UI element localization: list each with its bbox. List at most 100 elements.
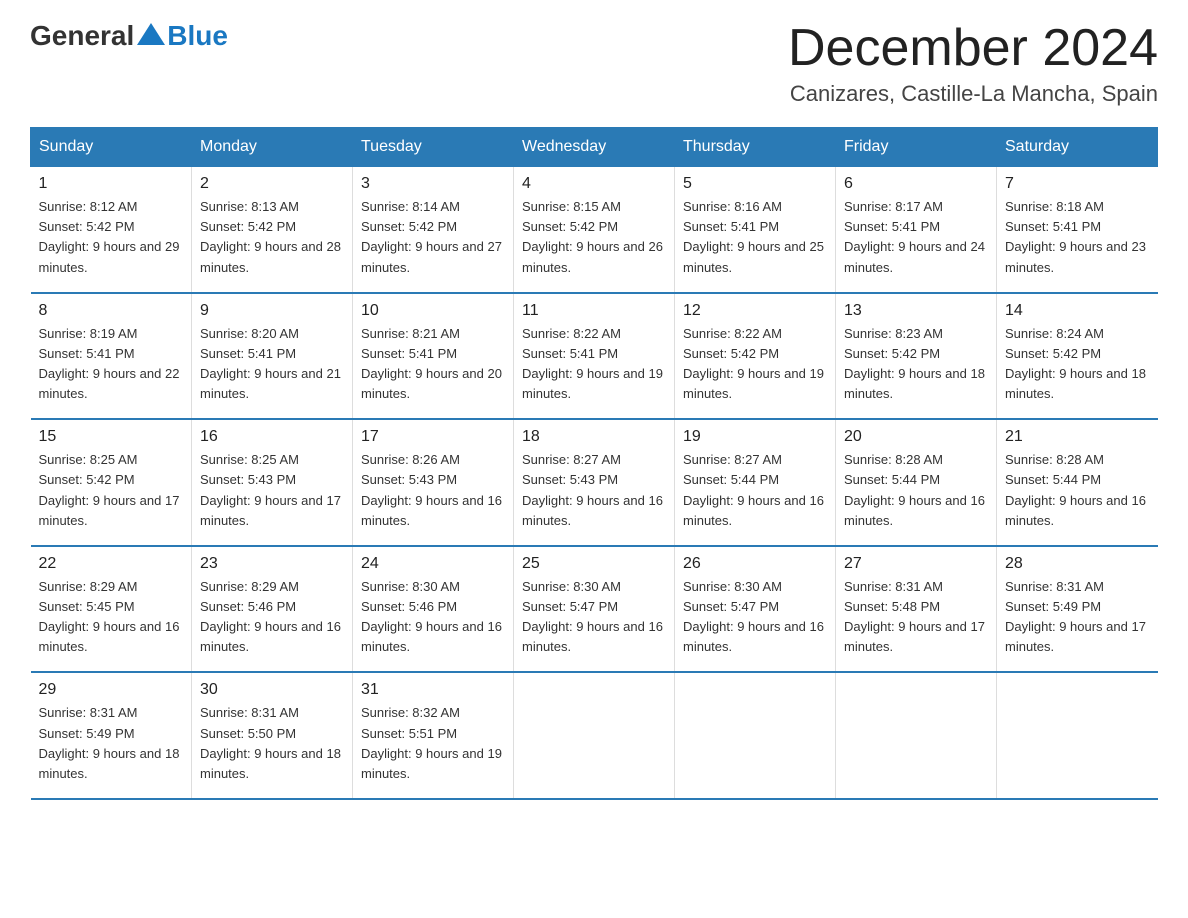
day-info: Sunrise: 8:16 AMSunset: 5:41 PMDaylight:… [683, 197, 827, 278]
day-info: Sunrise: 8:13 AMSunset: 5:42 PMDaylight:… [200, 197, 344, 278]
title-block: December 2024 Canizares, Castille-La Man… [788, 20, 1158, 107]
calendar-week-row: 29 Sunrise: 8:31 AMSunset: 5:49 PMDaylig… [31, 672, 1158, 799]
calendar-cell: 15 Sunrise: 8:25 AMSunset: 5:42 PMDaylig… [31, 419, 192, 546]
page-header: General Blue December 2024 Canizares, Ca… [30, 20, 1158, 107]
calendar-cell: 5 Sunrise: 8:16 AMSunset: 5:41 PMDayligh… [675, 167, 836, 293]
calendar-week-row: 15 Sunrise: 8:25 AMSunset: 5:42 PMDaylig… [31, 419, 1158, 546]
day-info: Sunrise: 8:18 AMSunset: 5:41 PMDaylight:… [1005, 197, 1150, 278]
day-info: Sunrise: 8:15 AMSunset: 5:42 PMDaylight:… [522, 197, 666, 278]
calendar-cell: 23 Sunrise: 8:29 AMSunset: 5:46 PMDaylig… [192, 546, 353, 673]
day-info: Sunrise: 8:32 AMSunset: 5:51 PMDaylight:… [361, 703, 505, 784]
calendar-cell: 19 Sunrise: 8:27 AMSunset: 5:44 PMDaylig… [675, 419, 836, 546]
day-number: 21 [1005, 428, 1150, 446]
day-header-sunday: Sunday [31, 128, 192, 167]
day-number: 18 [522, 428, 666, 446]
calendar-cell: 31 Sunrise: 8:32 AMSunset: 5:51 PMDaylig… [353, 672, 514, 799]
day-info: Sunrise: 8:28 AMSunset: 5:44 PMDaylight:… [844, 450, 988, 531]
day-number: 10 [361, 302, 505, 320]
day-number: 8 [39, 302, 184, 320]
calendar-cell: 16 Sunrise: 8:25 AMSunset: 5:43 PMDaylig… [192, 419, 353, 546]
day-number: 17 [361, 428, 505, 446]
day-number: 28 [1005, 555, 1150, 573]
day-number: 24 [361, 555, 505, 573]
day-info: Sunrise: 8:25 AMSunset: 5:42 PMDaylight:… [39, 450, 184, 531]
calendar-cell: 17 Sunrise: 8:26 AMSunset: 5:43 PMDaylig… [353, 419, 514, 546]
calendar-week-row: 8 Sunrise: 8:19 AMSunset: 5:41 PMDayligh… [31, 293, 1158, 420]
day-info: Sunrise: 8:19 AMSunset: 5:41 PMDaylight:… [39, 324, 184, 405]
day-info: Sunrise: 8:28 AMSunset: 5:44 PMDaylight:… [1005, 450, 1150, 531]
calendar-week-row: 1 Sunrise: 8:12 AMSunset: 5:42 PMDayligh… [31, 167, 1158, 293]
day-info: Sunrise: 8:25 AMSunset: 5:43 PMDaylight:… [200, 450, 344, 531]
logo-triangle-icon [137, 23, 165, 45]
calendar-header-row: SundayMondayTuesdayWednesdayThursdayFrid… [31, 128, 1158, 167]
day-number: 4 [522, 175, 666, 193]
day-info: Sunrise: 8:14 AMSunset: 5:42 PMDaylight:… [361, 197, 505, 278]
day-info: Sunrise: 8:30 AMSunset: 5:46 PMDaylight:… [361, 577, 505, 658]
calendar-cell: 13 Sunrise: 8:23 AMSunset: 5:42 PMDaylig… [836, 293, 997, 420]
day-number: 7 [1005, 175, 1150, 193]
day-info: Sunrise: 8:31 AMSunset: 5:49 PMDaylight:… [39, 703, 184, 784]
day-number: 27 [844, 555, 988, 573]
calendar-cell: 8 Sunrise: 8:19 AMSunset: 5:41 PMDayligh… [31, 293, 192, 420]
calendar-subtitle: Canizares, Castille-La Mancha, Spain [788, 81, 1158, 107]
calendar-cell: 11 Sunrise: 8:22 AMSunset: 5:41 PMDaylig… [514, 293, 675, 420]
calendar-cell [675, 672, 836, 799]
calendar-cell: 10 Sunrise: 8:21 AMSunset: 5:41 PMDaylig… [353, 293, 514, 420]
calendar-cell: 3 Sunrise: 8:14 AMSunset: 5:42 PMDayligh… [353, 167, 514, 293]
calendar-cell [514, 672, 675, 799]
day-number: 31 [361, 681, 505, 699]
day-info: Sunrise: 8:22 AMSunset: 5:42 PMDaylight:… [683, 324, 827, 405]
day-number: 26 [683, 555, 827, 573]
day-number: 1 [39, 175, 184, 193]
calendar-cell: 30 Sunrise: 8:31 AMSunset: 5:50 PMDaylig… [192, 672, 353, 799]
calendar-cell: 22 Sunrise: 8:29 AMSunset: 5:45 PMDaylig… [31, 546, 192, 673]
day-info: Sunrise: 8:17 AMSunset: 5:41 PMDaylight:… [844, 197, 988, 278]
day-number: 30 [200, 681, 344, 699]
calendar-title: December 2024 [788, 20, 1158, 77]
day-info: Sunrise: 8:31 AMSunset: 5:49 PMDaylight:… [1005, 577, 1150, 658]
day-number: 20 [844, 428, 988, 446]
day-number: 14 [1005, 302, 1150, 320]
day-info: Sunrise: 8:31 AMSunset: 5:50 PMDaylight:… [200, 703, 344, 784]
day-number: 3 [361, 175, 505, 193]
day-number: 2 [200, 175, 344, 193]
day-info: Sunrise: 8:29 AMSunset: 5:45 PMDaylight:… [39, 577, 184, 658]
calendar-cell: 26 Sunrise: 8:30 AMSunset: 5:47 PMDaylig… [675, 546, 836, 673]
day-header-tuesday: Tuesday [353, 128, 514, 167]
day-info: Sunrise: 8:31 AMSunset: 5:48 PMDaylight:… [844, 577, 988, 658]
calendar-cell: 6 Sunrise: 8:17 AMSunset: 5:41 PMDayligh… [836, 167, 997, 293]
calendar-cell: 4 Sunrise: 8:15 AMSunset: 5:42 PMDayligh… [514, 167, 675, 293]
day-info: Sunrise: 8:30 AMSunset: 5:47 PMDaylight:… [522, 577, 666, 658]
calendar-cell: 25 Sunrise: 8:30 AMSunset: 5:47 PMDaylig… [514, 546, 675, 673]
day-info: Sunrise: 8:24 AMSunset: 5:42 PMDaylight:… [1005, 324, 1150, 405]
calendar-cell [997, 672, 1158, 799]
day-number: 22 [39, 555, 184, 573]
calendar-cell [836, 672, 997, 799]
day-info: Sunrise: 8:20 AMSunset: 5:41 PMDaylight:… [200, 324, 344, 405]
calendar-cell: 18 Sunrise: 8:27 AMSunset: 5:43 PMDaylig… [514, 419, 675, 546]
calendar-cell: 20 Sunrise: 8:28 AMSunset: 5:44 PMDaylig… [836, 419, 997, 546]
calendar-cell: 12 Sunrise: 8:22 AMSunset: 5:42 PMDaylig… [675, 293, 836, 420]
calendar-cell: 7 Sunrise: 8:18 AMSunset: 5:41 PMDayligh… [997, 167, 1158, 293]
day-header-saturday: Saturday [997, 128, 1158, 167]
calendar-cell: 2 Sunrise: 8:13 AMSunset: 5:42 PMDayligh… [192, 167, 353, 293]
day-number: 25 [522, 555, 666, 573]
day-header-monday: Monday [192, 128, 353, 167]
day-number: 23 [200, 555, 344, 573]
day-header-wednesday: Wednesday [514, 128, 675, 167]
day-number: 13 [844, 302, 988, 320]
calendar-cell: 9 Sunrise: 8:20 AMSunset: 5:41 PMDayligh… [192, 293, 353, 420]
calendar-cell: 27 Sunrise: 8:31 AMSunset: 5:48 PMDaylig… [836, 546, 997, 673]
day-number: 16 [200, 428, 344, 446]
calendar-cell: 29 Sunrise: 8:31 AMSunset: 5:49 PMDaylig… [31, 672, 192, 799]
logo: General Blue [30, 20, 228, 52]
day-info: Sunrise: 8:27 AMSunset: 5:44 PMDaylight:… [683, 450, 827, 531]
logo-text-blue: Blue [167, 20, 228, 52]
day-number: 19 [683, 428, 827, 446]
day-header-thursday: Thursday [675, 128, 836, 167]
day-info: Sunrise: 8:22 AMSunset: 5:41 PMDaylight:… [522, 324, 666, 405]
day-header-friday: Friday [836, 128, 997, 167]
day-number: 15 [39, 428, 184, 446]
logo-text-general: General [30, 20, 134, 52]
day-info: Sunrise: 8:23 AMSunset: 5:42 PMDaylight:… [844, 324, 988, 405]
